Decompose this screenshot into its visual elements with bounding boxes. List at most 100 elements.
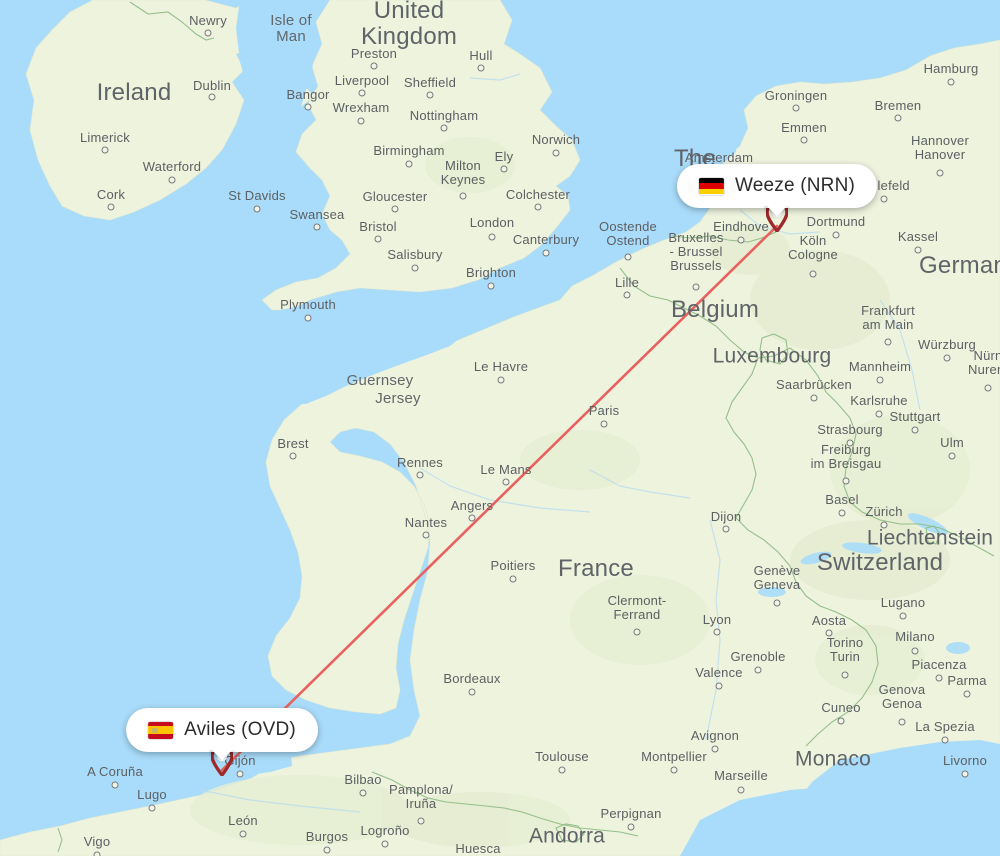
spanish-flag-icon: [148, 721, 174, 739]
city-label: Logroño: [360, 822, 410, 838]
city-label: Colchester: [505, 186, 571, 202]
city-label: Frankfurt am Main: [861, 302, 915, 332]
city-label: Bremen: [874, 97, 922, 113]
city-dot: [899, 612, 907, 620]
city-label: Montpellier: [641, 748, 707, 764]
city-dot: [552, 149, 560, 157]
city-label: Newry: [189, 12, 227, 28]
city-label: Köln Cologne: [788, 232, 838, 262]
city-dot: [810, 394, 818, 402]
airport-tooltip-label: Weeze (NRN): [734, 175, 856, 196]
flight-route-map[interactable]: Ireland United Kingdom Belgium France Switze…: [0, 0, 1000, 856]
city-dot: [101, 146, 109, 154]
city-dot: [204, 29, 212, 37]
city-label: Lugano: [880, 594, 926, 610]
city-label: Valence: [695, 664, 743, 680]
city-label: Liverpool: [334, 72, 390, 88]
tooltip-tail: [209, 750, 235, 763]
country-label: Luxembourg: [712, 344, 832, 368]
city-dot: [711, 745, 719, 753]
city-dot: [93, 851, 101, 856]
city-dot: [487, 282, 495, 290]
city-dot: [370, 62, 378, 70]
city-dot: [357, 117, 365, 125]
city-label: London: [469, 214, 515, 230]
city-label: Hamburg: [923, 60, 979, 76]
city-label: Nottingham: [409, 107, 479, 123]
city-dot: [359, 789, 367, 797]
city-label: La Spezia: [915, 718, 975, 734]
country-label: Monaco: [795, 747, 871, 771]
city-dot: [737, 786, 745, 794]
city-label: Genova Genoa: [878, 681, 926, 711]
city-dot: [313, 223, 321, 231]
city-dot: [381, 840, 389, 848]
city-label: Marseille: [714, 767, 768, 783]
city-label: Canterbury: [512, 231, 580, 247]
city-dot: [963, 690, 971, 698]
city-dot: [936, 169, 944, 177]
city-label: Milano: [895, 628, 935, 644]
city-dot: [208, 93, 216, 101]
city-dot: [623, 291, 631, 299]
city-label: Stuttgart: [889, 408, 941, 424]
city-dot: [935, 674, 943, 682]
country-label: Isle of Man: [270, 11, 312, 45]
city-label: Avignon: [690, 727, 740, 743]
city-dot: [792, 104, 800, 112]
city-label: Sheffield: [403, 74, 457, 90]
city-label: Aosta: [811, 612, 847, 628]
city-dot: [800, 136, 808, 144]
city-label: St Davids: [228, 187, 286, 203]
city-label: Zürich: [865, 503, 903, 519]
city-label: Dortmund: [806, 213, 866, 229]
city-label: Saarbrücken: [776, 376, 852, 392]
city-label: Norwich: [531, 131, 581, 147]
city-dot: [894, 114, 902, 122]
city-label: Bruxelles - Brussel Brussels: [668, 229, 724, 274]
city-label: Genève Geneva: [753, 562, 801, 592]
city-label: Karlsruhe: [850, 392, 908, 408]
city-label: Le Mans: [480, 461, 532, 477]
city-label: Brighton: [465, 264, 517, 280]
city-label: Oostende Ostend: [599, 218, 657, 248]
city-dot: [722, 525, 730, 533]
city-dot: [948, 452, 956, 460]
tooltip-tail: [764, 206, 790, 219]
city-label: Angers: [450, 497, 494, 513]
country-label: United Kingdom: [360, 0, 458, 50]
city-label: Burgos: [305, 828, 349, 844]
city-dot: [914, 246, 922, 254]
city-dot: [358, 89, 366, 97]
city-label: Cuneo: [821, 699, 861, 715]
city-label: Wrexham: [332, 99, 390, 115]
city-dot: [692, 283, 700, 291]
city-dot: [841, 671, 849, 679]
city-label: Birmingham: [373, 142, 445, 158]
city-dot: [880, 521, 888, 529]
city-dot: [624, 253, 632, 261]
city-label: Freiburg im Breisgau: [810, 441, 882, 471]
city-label: Mannheim: [848, 358, 912, 374]
city-label: Brest: [277, 435, 309, 451]
city-label: A Coruña: [87, 763, 143, 779]
city-dot: [440, 124, 448, 132]
city-label: Nantes: [404, 514, 448, 530]
city-dot: [391, 205, 399, 213]
country-label: Jersey: [375, 389, 421, 407]
city-label: Dijon: [710, 508, 742, 524]
city-label: Parma: [947, 672, 987, 688]
country-label: Switzerland: [816, 549, 944, 577]
city-label: Cork: [96, 186, 126, 202]
city-dot: [236, 770, 244, 778]
city-dot: [941, 736, 949, 744]
city-label: Rennes: [396, 454, 444, 470]
city-dot: [304, 103, 312, 111]
city-label: Dublin: [192, 77, 232, 93]
city-label: Nürn Nurem: [967, 347, 1000, 377]
airport-tooltip-ovd[interactable]: Aviles (OVD): [126, 708, 318, 752]
city-dot: [468, 688, 476, 696]
city-dot: [633, 628, 641, 636]
city-dot: [323, 846, 331, 854]
airport-tooltip-nrn[interactable]: Weeze (NRN): [676, 164, 878, 208]
